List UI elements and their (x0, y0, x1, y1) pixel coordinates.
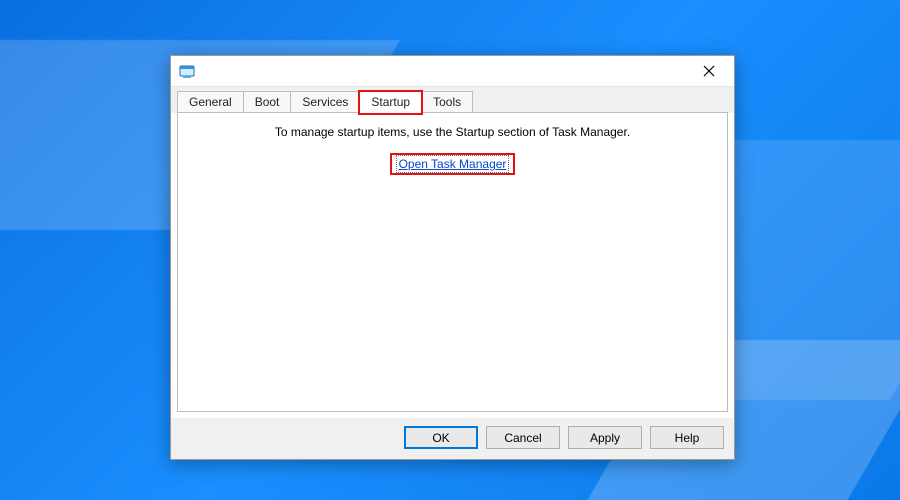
tab-services[interactable]: Services (290, 91, 360, 113)
dialog-button-row: OK Cancel Apply Help (171, 418, 734, 459)
open-task-manager-link[interactable]: Open Task Manager (396, 155, 510, 173)
msconfig-icon (179, 63, 195, 79)
tab-boot[interactable]: Boot (243, 91, 292, 113)
highlight-box: Open Task Manager (390, 153, 516, 175)
apply-button[interactable]: Apply (568, 426, 642, 449)
startup-instruction-text: To manage startup items, use the Startup… (275, 125, 630, 139)
tab-startup[interactable]: Startup (359, 91, 422, 113)
ok-button[interactable]: OK (404, 426, 478, 449)
tab-general[interactable]: General (177, 91, 244, 113)
tab-content-area: To manage startup items, use the Startup… (177, 112, 728, 412)
close-icon (703, 65, 715, 77)
tab-tools[interactable]: Tools (421, 91, 473, 113)
titlebar (171, 56, 734, 86)
close-button[interactable] (686, 56, 732, 86)
help-button[interactable]: Help (650, 426, 724, 449)
msconfig-window: General Boot Services Startup Tools To m… (170, 55, 735, 460)
cancel-button[interactable]: Cancel (486, 426, 560, 449)
tabstrip: General Boot Services Startup Tools (171, 86, 734, 113)
desktop-wallpaper: General Boot Services Startup Tools To m… (0, 0, 900, 500)
